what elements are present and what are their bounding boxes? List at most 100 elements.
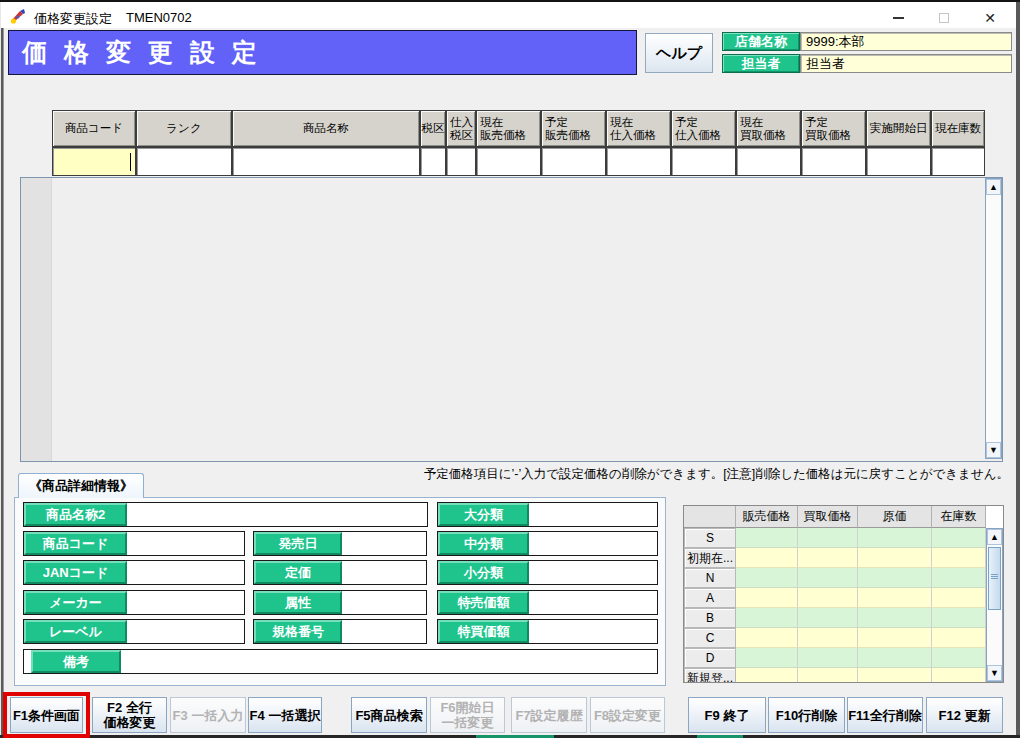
input-planned-sale-price[interactable] (541, 147, 606, 176)
col-header-planned-purchase-price: 予定 仕入価格 (671, 110, 736, 147)
scroll-down-icon[interactable]: ▼ (986, 442, 1001, 458)
rank-row (736, 648, 986, 668)
help-button[interactable]: ヘルプ (645, 33, 713, 73)
field-input[interactable] (529, 532, 657, 555)
input-product-name[interactable] (232, 147, 420, 176)
window-title: 価格変更設定 (34, 10, 112, 28)
minimize-icon (893, 17, 904, 19)
field-label: JANコード (24, 561, 127, 584)
field-input[interactable] (529, 561, 657, 584)
field-maker: メーカー (23, 590, 245, 615)
f12-update-button[interactable]: F12 更新 (926, 697, 1003, 733)
input-product-code[interactable] (52, 147, 136, 176)
field-input[interactable] (529, 591, 657, 614)
rank-grid-scrollbar[interactable]: ▲ ▼ (986, 528, 1003, 682)
rank-col-cost: 原価 (858, 506, 932, 528)
field-special-buyback-price: 特買価額 (437, 619, 658, 644)
field-remarks: 備考 (23, 649, 658, 674)
product-list-row-header-column (21, 178, 52, 461)
input-purchase-tax[interactable] (446, 147, 476, 176)
f9-exit-button[interactable]: F9 終了 (688, 697, 766, 733)
field-label: 規格番号 (254, 620, 342, 643)
col-header-product-code: 商品コード (52, 110, 136, 147)
input-current-purchase-price[interactable] (606, 147, 671, 176)
rank-price-grid: 販売価格 買取価格 原価 在庫数 S 初期在... N A B C D 新規登.… (683, 505, 1004, 683)
maximize-button[interactable] (921, 5, 967, 30)
col-header-current-sale-price: 現在 販売価格 (476, 110, 541, 147)
rank-row-label: A (684, 588, 736, 608)
input-tax[interactable] (420, 147, 446, 176)
scroll-up-icon[interactable]: ▲ (987, 529, 1002, 545)
field-label: 属性 (254, 591, 342, 614)
table-header-row: 商品コード ランク 商品名称 税区 仕入 税区 現在 販売価格 予定 販売価格 … (52, 110, 985, 147)
f2-all-rows-price-change-button[interactable]: F2 全行 価格変更 (92, 697, 167, 733)
field-product-name2: 商品名称2 (23, 502, 428, 527)
field-input[interactable] (127, 620, 244, 643)
input-rank[interactable] (136, 147, 232, 176)
scroll-up-icon[interactable]: ▲ (986, 179, 1001, 195)
scrollbar-thumb[interactable] (988, 547, 1001, 610)
field-standard-number: 規格番号 (253, 619, 427, 644)
operator-label: 担当者 (722, 54, 800, 73)
note-text: 予定価格項目に’-’入力で設定価格の削除ができます。[注意]削除した価格は元に戻… (424, 466, 1009, 483)
field-input[interactable] (121, 650, 657, 673)
f10-delete-row-button[interactable]: F10行削除 (768, 697, 845, 733)
page-title: 価 格 変 更 設 定 (8, 30, 637, 75)
product-list-area[interactable] (20, 177, 1003, 462)
field-label: 備考 (31, 650, 121, 673)
minimize-button[interactable] (875, 5, 921, 30)
field-large-category: 大分類 (437, 502, 658, 527)
field-input[interactable] (342, 591, 426, 614)
field-input[interactable] (529, 620, 657, 643)
field-input[interactable] (127, 503, 427, 526)
field-product-code: 商品コード (23, 531, 245, 556)
field-release-date: 発売日 (253, 531, 427, 556)
f3-batch-input-button: F3 一括入力 (170, 697, 246, 733)
window-border-left (0, 2, 4, 738)
field-special-sale-price: 特売価額 (437, 590, 658, 615)
field-input[interactable] (342, 620, 426, 643)
field-label: 商品名称2 (24, 503, 127, 526)
input-stock[interactable] (931, 147, 985, 176)
field-label: 特買価額 (438, 620, 529, 643)
titlebar: 価格変更設定 TMEN0702 ✕ (1, 2, 1016, 28)
col-header-product-name: 商品名称 (232, 110, 420, 147)
col-header-current-purchase-price: 現在 仕入価格 (606, 110, 671, 147)
field-label: メーカー (24, 591, 127, 614)
field-input[interactable] (127, 561, 244, 584)
rank-row (736, 528, 986, 548)
tab-product-detail[interactable]: 《商品詳細情報》 (18, 473, 144, 498)
col-header-tax: 税区 (420, 110, 446, 147)
field-input[interactable] (342, 532, 426, 555)
close-button[interactable]: ✕ (967, 5, 1013, 30)
col-header-purchase-tax: 仕入 税区 (446, 110, 476, 147)
rank-row-label: S (684, 528, 736, 548)
field-input[interactable] (127, 532, 244, 555)
f4-batch-select-button[interactable]: F4 一括選択 (248, 697, 322, 733)
field-input[interactable] (529, 503, 657, 526)
rank-col-buyback-price: 買取価格 (798, 506, 858, 528)
field-label: レーベル (24, 620, 127, 643)
text-caret (130, 153, 131, 171)
input-planned-purchase-price[interactable] (671, 147, 736, 176)
scroll-down-icon[interactable]: ▼ (987, 665, 1002, 681)
rank-row-label: 初期在... (684, 548, 736, 568)
field-input[interactable] (127, 591, 244, 614)
rank-col-stock: 在庫数 (932, 506, 986, 528)
col-header-planned-buyback-price: 予定 買取価格 (801, 110, 866, 147)
col-header-current-buyback-price: 現在 買取価格 (736, 110, 801, 147)
field-label: 大分類 (438, 503, 529, 526)
input-planned-buyback-price[interactable] (801, 147, 866, 176)
field-mid-category: 中分類 (437, 531, 658, 556)
field-input[interactable] (342, 561, 426, 584)
rank-row (736, 588, 986, 608)
input-current-buyback-price[interactable] (736, 147, 801, 176)
f11-delete-all-rows-button[interactable]: F11全行削除 (847, 697, 923, 733)
f7-setting-history-button: F7設定履歴 (511, 697, 587, 733)
rank-row (736, 568, 986, 588)
f5-product-search-button[interactable]: F5商品検索 (351, 697, 427, 733)
product-list-scrollbar[interactable]: ▲ ▼ (985, 178, 1002, 459)
input-current-sale-price[interactable] (476, 147, 541, 176)
input-start-date[interactable] (866, 147, 931, 176)
field-label: 中分類 (438, 532, 529, 555)
